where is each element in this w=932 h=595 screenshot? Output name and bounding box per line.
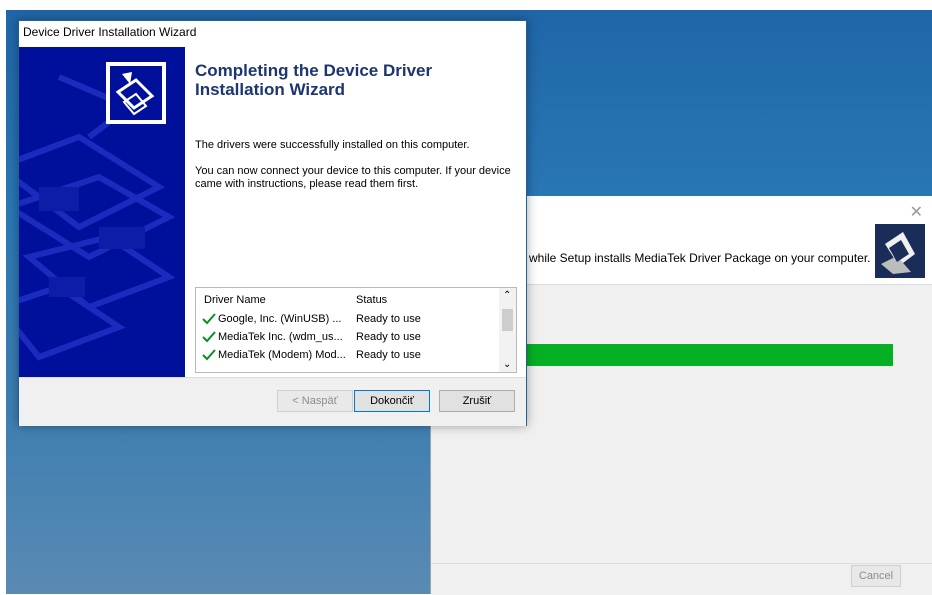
- scroll-down-icon[interactable]: ⌄: [503, 359, 511, 370]
- column-header-driver-name[interactable]: Driver Name: [204, 294, 266, 306]
- setup-message: while Setup installs MediaTek Driver Pac…: [529, 251, 871, 265]
- column-header-status[interactable]: Status: [356, 294, 387, 306]
- page-title: Completing the Device Driver Installatio…: [195, 61, 433, 99]
- finish-button[interactable]: Dokončiť: [354, 390, 430, 412]
- driver-wizard-icon: [106, 62, 166, 124]
- instruction-text: You can now connect your device to this …: [195, 165, 511, 190]
- success-text: The drivers were successfully installed …: [195, 139, 470, 151]
- divider: [431, 563, 932, 564]
- back-button[interactable]: < Naspäť: [277, 390, 353, 412]
- scroll-up-icon[interactable]: ⌃: [503, 290, 511, 301]
- driver-name: MediaTek Inc. (wdm_us...: [218, 331, 343, 343]
- driver-list[interactable]: Driver Name Status Google, Inc. (WinUSB)…: [195, 287, 517, 373]
- wizard-content: Completing the Device Driver Installatio…: [195, 47, 520, 377]
- wizard-window: Device Driver Installation Wizard Comple…: [18, 20, 527, 426]
- driver-status: Ready to use: [356, 313, 421, 325]
- window-title: Device Driver Installation Wizard: [23, 25, 197, 39]
- progress-bar: [525, 344, 893, 366]
- driver-name: MediaTek (Modem) Mod...: [218, 349, 346, 361]
- close-icon[interactable]: ✕: [910, 202, 923, 222]
- scroll-thumb[interactable]: [502, 309, 513, 331]
- check-icon: [202, 331, 216, 343]
- driver-name: Google, Inc. (WinUSB) ...: [218, 313, 342, 325]
- check-icon: [202, 349, 216, 361]
- wizard-footer: < Naspäť Dokončiť Zrušiť: [19, 377, 526, 426]
- wizard-side-banner: [19, 47, 185, 377]
- driver-status: Ready to use: [356, 331, 421, 343]
- installer-logo: [875, 224, 925, 278]
- cancel-button[interactable]: Zrušiť: [439, 390, 515, 412]
- setup-cancel-button[interactable]: Cancel: [851, 565, 901, 587]
- list-scrollbar[interactable]: ⌃ ⌄: [499, 288, 516, 372]
- driver-status: Ready to use: [356, 349, 421, 361]
- check-icon: [202, 313, 216, 325]
